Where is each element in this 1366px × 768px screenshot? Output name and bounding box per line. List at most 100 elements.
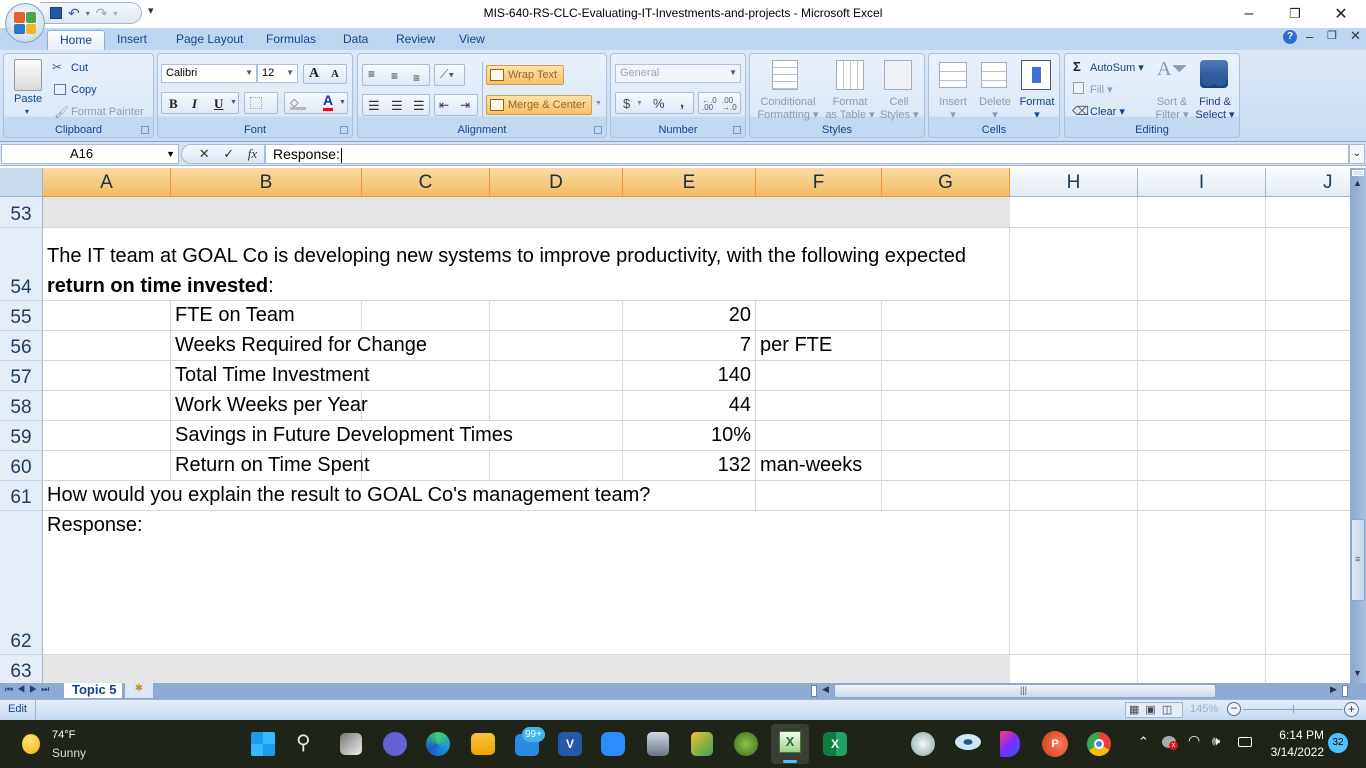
cell-c55[interactable] [362,301,490,331]
font-launcher-icon[interactable] [340,126,348,134]
alignment-launcher-icon[interactable] [594,126,602,134]
metric-unit[interactable]: man-weeks [756,451,882,481]
metric-label[interactable]: Work Weeks per Year [171,391,368,421]
cell-a57[interactable] [43,361,171,391]
shrink-font-button[interactable]: A [331,68,339,80]
powerpoint-icon[interactable]: P [1042,731,1068,757]
sort-filter-button[interactable]: Sort & Filter ▾ [1155,96,1189,122]
row-header-63[interactable]: 63 [0,655,43,683]
format-painter-button[interactable]: Format Painter [71,106,144,118]
select-all-button[interactable] [0,168,43,197]
column-header-a[interactable]: A [43,168,171,197]
zoom-out-button[interactable]: − [1227,702,1241,716]
paste-button[interactable]: Paste [14,93,42,105]
cell-g60[interactable] [882,451,1010,481]
copy-button[interactable]: Copy [71,84,97,96]
clear-button[interactable]: Clear ▾ [1090,105,1125,118]
sheet-tab-topic-5[interactable]: Topic 5 [63,683,123,699]
zoom-app-icon[interactable] [601,732,625,756]
clock-date[interactable]: 3/14/2022 [1264,745,1324,759]
file-explorer-icon[interactable] [471,733,495,755]
font-size-select[interactable]: 12 ▼ [257,64,298,83]
row-61-empty[interactable] [1010,481,1350,511]
enter-entry-button[interactable]: ✓ [223,146,234,162]
row-header-60[interactable]: 60 [0,451,43,481]
metric-unit[interactable] [756,361,882,391]
row-58-empty[interactable] [1010,391,1350,421]
wifi-icon[interactable]: ◠ [1188,732,1200,749]
cell-a58[interactable] [43,391,171,421]
vertical-scrollbar[interactable]: ▲ ≡ ▼ [1350,168,1366,683]
row-header-57[interactable]: 57 [0,361,43,391]
metric-label[interactable]: Weeks Required for Change [171,331,490,361]
metric-value[interactable]: 10% [623,421,756,451]
cell-c60[interactable] [362,451,490,481]
visio-icon[interactable]: V [558,732,582,756]
row-53-empty[interactable] [1010,197,1350,228]
currency-button[interactable]: $ [623,96,630,111]
scroll-left-icon[interactable]: ◀ [822,684,829,695]
page-layout-view-button[interactable]: ▣ [1145,704,1161,716]
zoom-in-button[interactable]: + [1344,702,1359,717]
insert-function-button[interactable]: fx [248,146,257,162]
wrap-text-button[interactable]: Wrap Text [486,65,564,85]
tab-view[interactable]: View [447,30,497,50]
metric-label[interactable]: FTE on Team [171,301,362,331]
font-color-button[interactable]: A [323,93,334,111]
ribbon-close-icon[interactable]: ✕ [1350,28,1361,44]
insert-cells-button[interactable]: Insert ▾ [937,96,969,121]
grow-font-button[interactable]: A [309,66,319,82]
tab-data[interactable]: Data [331,30,380,50]
row-62-empty[interactable] [1010,511,1350,655]
onedrive-error-icon[interactable]: x [1162,736,1178,750]
metric-label[interactable]: Total Time Investment [171,361,490,391]
cell-a55[interactable] [43,301,171,331]
name-box[interactable]: A16 ▼ [1,144,179,164]
tab-split-handle[interactable] [811,685,817,697]
row-header-62[interactable]: 62 [0,511,43,655]
tab-home[interactable]: Home [47,30,106,50]
cell-d56[interactable] [490,331,623,361]
find-select-button[interactable]: Find & Select ▾ [1195,96,1235,122]
row-header-61[interactable]: 61 [0,481,43,511]
cut-button[interactable]: Cut [71,62,88,74]
ribbon-minimize-icon[interactable]: – [1306,29,1313,44]
row-59-empty[interactable] [1010,421,1350,451]
underline-button[interactable]: U [214,96,223,112]
tab-review[interactable]: Review [384,30,447,50]
restore-button[interactable]: ❐ [1272,0,1318,28]
row-55-empty[interactable] [1010,301,1350,331]
row-57-empty[interactable] [1010,361,1350,391]
metric-label[interactable]: Return on Time Spent [171,451,370,481]
tab-formulas[interactable]: Formulas [254,30,328,50]
weather-desc[interactable]: Sunny [52,746,86,760]
cell-g58[interactable] [882,391,1010,421]
row-56-empty[interactable] [1010,331,1350,361]
cell-a59[interactable] [43,421,171,451]
column-header-e[interactable]: E [623,168,756,197]
scroll-up-icon[interactable]: ▲ [1353,178,1362,188]
row-60-empty[interactable] [1010,451,1350,481]
italic-button[interactable]: I [192,96,197,112]
row-header-53[interactable]: 53 [0,197,43,228]
cell-c58[interactable] [362,391,490,421]
row-61-g[interactable] [882,481,1010,511]
weather-sun-icon[interactable] [22,734,40,754]
notification-badge[interactable]: 32 [1328,733,1348,753]
battery-icon[interactable] [1238,737,1252,747]
split-box-horizontal[interactable] [1342,685,1348,697]
comma-button[interactable]: , [680,94,684,111]
frog-app-icon[interactable] [734,732,758,756]
cell-g57[interactable] [882,361,1010,391]
column-header-g[interactable]: G [882,168,1010,197]
metric-label[interactable]: Savings in Future Development Times [171,421,623,451]
question-cell[interactable]: How would you explain the result to GOAL… [43,481,756,511]
horizontal-scroll-thumb[interactable]: ||| [834,684,1216,698]
office-button[interactable] [5,3,45,43]
search-icon[interactable]: ⚲ [296,730,311,755]
conditional-formatting-button[interactable]: Conditional Formatting ▾ [757,96,819,122]
orientation-button[interactable]: ⟋▾ [434,64,465,86]
clock-time[interactable]: 6:14 PM [1268,728,1324,742]
merge-center-button[interactable]: Merge & Center [486,95,592,115]
metric-value[interactable]: 140 [623,361,756,391]
